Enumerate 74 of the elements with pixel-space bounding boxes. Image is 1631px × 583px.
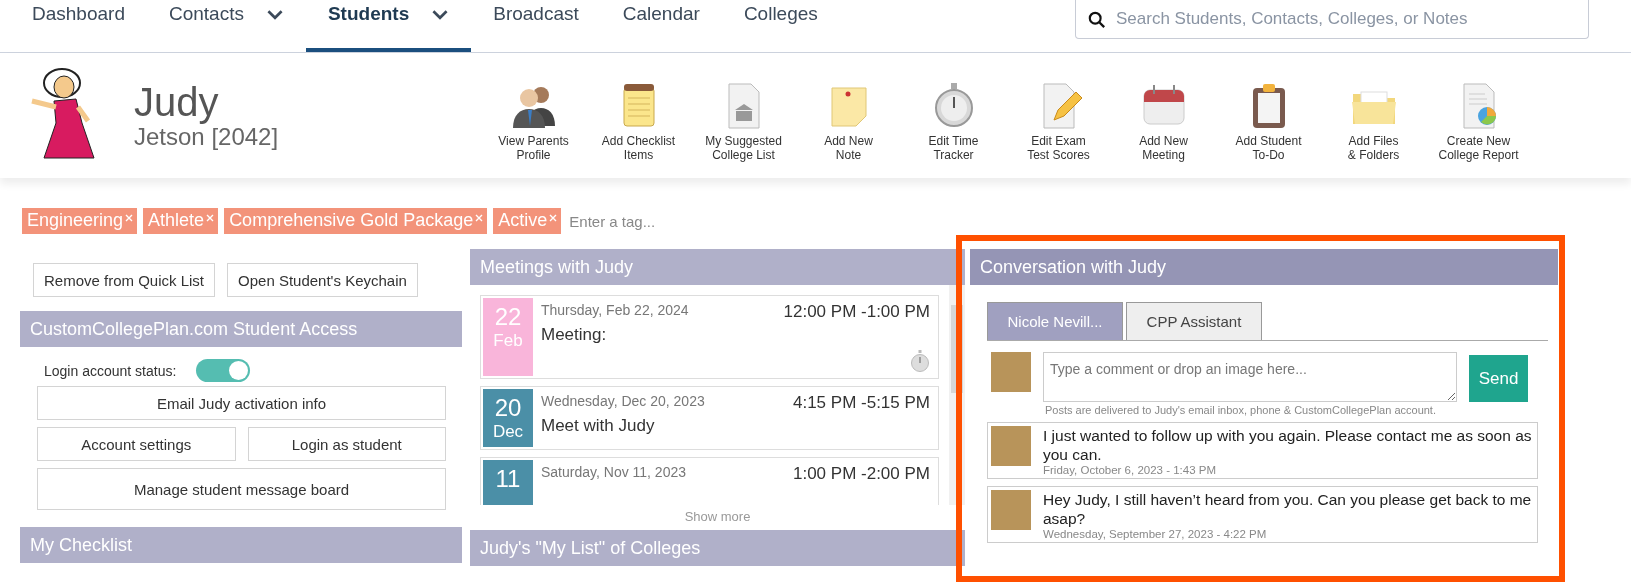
- date-badge: 20 Dec: [483, 389, 533, 447]
- meeting-card[interactable]: 22 Feb Thursday, Feb 22, 2024 12:00 PM -1:00 PM Meeting:: [480, 295, 939, 379]
- toolbar-button[interactable]: Add New Note: [796, 69, 901, 162]
- status-label: Login account status:: [44, 362, 177, 379]
- toolbar-button[interactable]: Edit Exam Test Scores: [1006, 69, 1111, 162]
- meeting-date: Saturday, Nov 11, 2023: [541, 464, 687, 482]
- action-button[interactable]: Email Judy activation info: [37, 386, 446, 420]
- nav-tab[interactable]: Students: [305, 0, 472, 52]
- toolbar-label: Create New College Report: [1438, 133, 1519, 162]
- student-first-name: Judy: [134, 80, 220, 123]
- toolbar-label: My Suggested College List: [705, 133, 782, 162]
- meeting-title: Meeting:: [541, 325, 608, 345]
- toolbar-button[interactable]: Add Checklist Items: [586, 69, 691, 162]
- toolbar-label: Edit Exam Test Scores: [1027, 133, 1090, 162]
- meeting-date: Thursday, Feb 22, 2024: [541, 302, 689, 320]
- delivery-note: Posts are delivered to Judy's email inbox, phone & CustomCollegePlan account.: [1044, 403, 1437, 418]
- message-text: Hey Judy, I still haven’t heard from you. Can you please get back to me asap?: [1043, 490, 1533, 528]
- nav-tab[interactable]: Calendar: [600, 0, 722, 52]
- message-time: Wednesday, September 27, 2023 - 4:22 PM: [1043, 528, 1268, 540]
- message-time: Friday, October 6, 2023 - 1:43 PM: [1043, 464, 1217, 476]
- tag-label: Athlete: [148, 210, 205, 231]
- date-badge: 11: [483, 460, 533, 505]
- section-header: Meetings with Judy: [470, 249, 965, 285]
- stopwatch-icon[interactable]: [910, 350, 930, 372]
- toolbar-button[interactable]: Add Student To-Do: [1216, 69, 1321, 162]
- action-button[interactable]: Remove from Quick List: [33, 263, 216, 297]
- meeting-card[interactable]: 11 Saturday, Nov 11, 2023 1:00 PM -2:00 PM: [480, 457, 939, 505]
- action-button[interactable]: Login as student: [247, 427, 446, 461]
- close-icon[interactable]: [475, 214, 484, 222]
- meeting-time: 1:00 PM -2:00 PM: [793, 464, 930, 484]
- meeting-card[interactable]: 20 Dec Wednesday, Dec 20, 2023 4:15 PM -5:15 PM Meet with Judy: [480, 386, 939, 450]
- message-text: I just wanted to follow up with you again. Please contact me as soon as you can.: [1043, 426, 1533, 464]
- action-button[interactable]: Open Student's Keychain: [227, 263, 418, 297]
- meeting-time: 4:15 PM -5:15 PM: [793, 393, 930, 413]
- toolbar-button[interactable]: Add Files & Folders: [1321, 69, 1426, 162]
- section-header: Conversation with Judy: [970, 249, 1558, 285]
- meeting-time: 12:00 PM -1:00 PM: [783, 302, 930, 322]
- toolbar-label: Add Student To-Do: [1235, 133, 1302, 162]
- nav-tab[interactable]: Contacts: [146, 0, 306, 52]
- photo-placeholder: [991, 352, 1031, 392]
- toolbar-button[interactable]: Create New College Report: [1426, 69, 1531, 162]
- meeting-date: Wednesday, Dec 20, 2023: [541, 393, 705, 411]
- conversation-tab[interactable]: CPP Assistant: [1126, 302, 1262, 340]
- tag-label: Comprehensive Gold Package: [229, 210, 474, 231]
- toggle-switch[interactable]: [196, 359, 251, 382]
- nav-tab[interactable]: Broadcast: [471, 0, 601, 52]
- toolbar-label: View Parents Profile: [498, 133, 569, 162]
- nav-tab[interactable]: Colleges: [721, 0, 840, 52]
- action-button[interactable]: Account settings: [37, 427, 236, 461]
- toolbar-button[interactable]: Add New Meeting: [1111, 69, 1216, 162]
- meeting-title: Meet with Judy: [541, 416, 656, 436]
- close-icon[interactable]: [206, 214, 215, 222]
- section-header: My Checklist: [20, 527, 462, 563]
- photo-placeholder: [991, 426, 1031, 466]
- toolbar-label: Edit Time Tracker: [928, 133, 979, 162]
- toolbar-label: Add New Meeting: [1139, 133, 1188, 162]
- section-header: Judy's "My List" of Colleges: [470, 530, 965, 566]
- toolbar-button[interactable]: View Parents Profile: [481, 69, 586, 162]
- close-icon[interactable]: [549, 214, 558, 222]
- toolbar-label: Add New Note: [824, 133, 873, 162]
- date-badge: 22 Feb: [483, 298, 533, 376]
- close-icon[interactable]: [125, 214, 134, 222]
- action-button[interactable]: Manage student message board: [37, 468, 446, 510]
- nav-tab[interactable]: Dashboard: [10, 0, 147, 52]
- toolbar-label: Add Checklist Items: [601, 133, 676, 162]
- tag-label: Active: [498, 210, 548, 231]
- section-header: CustomCollegePlan.com Student Access: [20, 311, 462, 347]
- search-field[interactable]: Search Students, Contacts, Colleges, or Notes: [1075, 0, 1589, 39]
- comment-field[interactable]: Type a comment or drop an image here...: [1043, 352, 1457, 402]
- toolbar-label: Add Files & Folders: [1347, 133, 1400, 162]
- photo-placeholder: [991, 490, 1031, 530]
- toolbar-button[interactable]: Edit Time Tracker: [901, 69, 1006, 162]
- tag-label: Engineering: [27, 210, 124, 231]
- toolbar-button[interactable]: My Suggested College List: [691, 69, 796, 162]
